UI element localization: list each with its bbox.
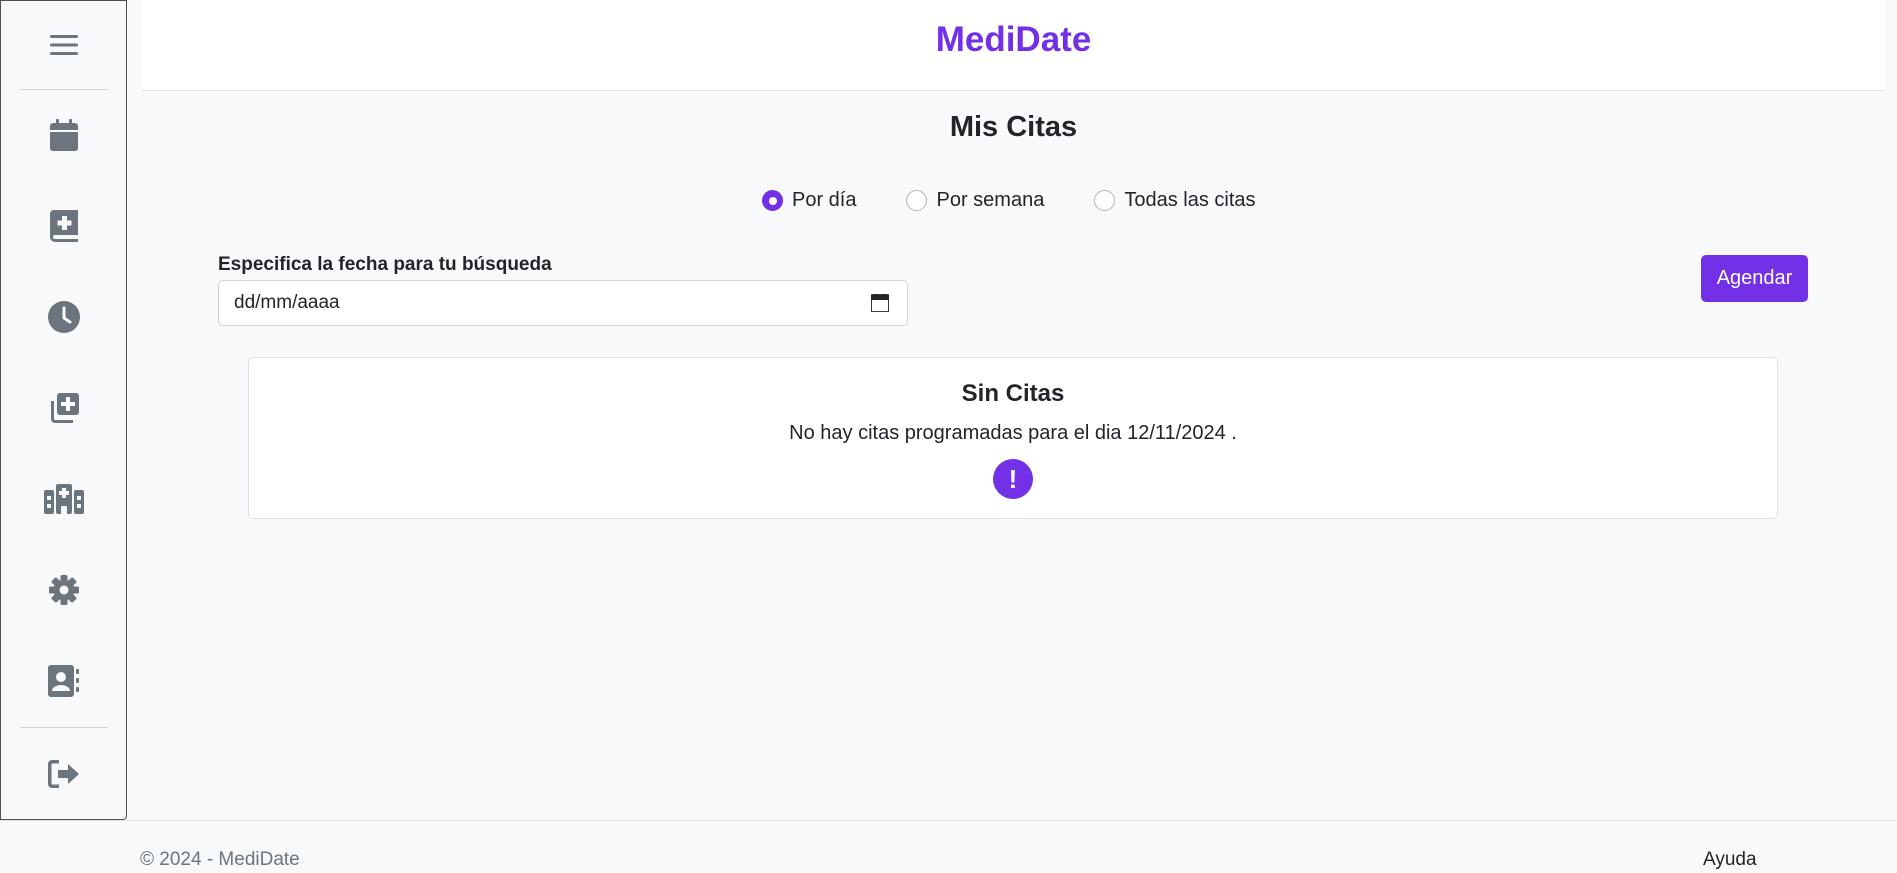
schedule-button[interactable]: Agendar (1701, 255, 1808, 302)
date-input[interactable]: dd/mm/aaaa (218, 280, 908, 326)
empty-state-title: Sin Citas (961, 380, 1065, 407)
add-copy-icon (50, 393, 79, 424)
sidebar-item-settings[interactable] (1, 545, 126, 636)
calendar-picker-icon[interactable] (871, 294, 889, 312)
contact-book-icon (47, 665, 79, 698)
date-field-label: Especifica la fecha para tu búsqueda (218, 254, 552, 275)
radio-button[interactable] (1094, 190, 1116, 211)
sidebar-item-medical-book[interactable] (1, 181, 126, 272)
radio-label: Todas las citas (1124, 189, 1256, 211)
date-placeholder: dd/mm/aaaa (234, 292, 340, 313)
empty-state-card: Sin Citas No hay citas programadas para … (248, 357, 1778, 519)
radio-label: Por día (792, 189, 857, 211)
radio-todas-las-citas[interactable]: Todas las citas (1094, 189, 1256, 212)
hamburger-icon (49, 34, 78, 55)
top-header: MediDate (142, 0, 1885, 91)
sidebar (0, 0, 127, 820)
sidebar-item-contacts[interactable] (1, 636, 126, 727)
sidebar-item-add-appointment[interactable] (1, 363, 126, 454)
radio-button[interactable] (762, 190, 783, 211)
gear-icon (48, 575, 79, 606)
medical-book-icon (49, 210, 78, 243)
sidebar-item-hospital[interactable] (1, 454, 126, 545)
radio-label: Por semana (936, 189, 1045, 211)
empty-state-message: No hay citas programadas para el dia 12/… (789, 422, 1237, 444)
menu-toggle-button[interactable] (1, 1, 126, 89)
calendar-icon (49, 119, 78, 152)
logout-button[interactable] (1, 728, 126, 819)
radio-por-dia[interactable]: Por día (762, 189, 856, 212)
logout-icon (47, 759, 79, 788)
clock-icon (47, 301, 80, 334)
brand-logo[interactable]: MediDate (936, 20, 1092, 60)
footer: © 2024 - MediDate Ayuda (0, 820, 1897, 873)
help-link[interactable]: Ayuda (1703, 849, 1757, 871)
view-filter-group: Por día Por semana Todas las citas (762, 189, 1256, 212)
radio-button[interactable] (906, 190, 928, 211)
radio-por-semana[interactable]: Por semana (906, 189, 1044, 212)
page-title: Mis Citas (949, 111, 1078, 143)
footer-copyright: © 2024 - MediDate (140, 849, 300, 870)
sidebar-item-calendar[interactable] (1, 90, 126, 181)
sidebar-item-history[interactable] (1, 272, 126, 363)
hospital-icon (43, 484, 84, 515)
exclamation-icon: ! (993, 459, 1033, 499)
